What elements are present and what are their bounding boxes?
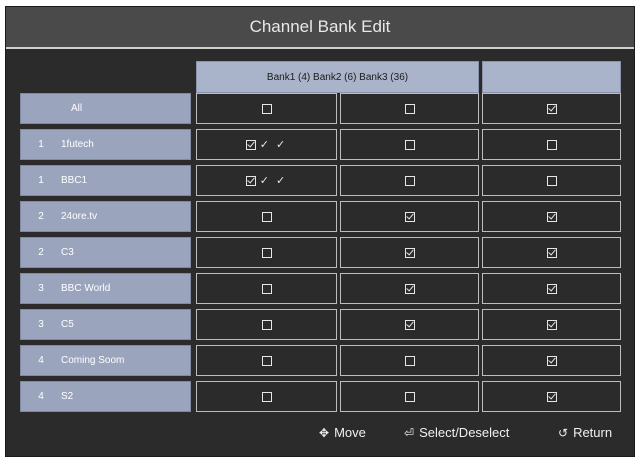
bank3-checkbox[interactable] — [546, 319, 557, 330]
bank3-cell[interactable] — [482, 201, 621, 232]
bank1-cell[interactable] — [196, 201, 337, 232]
bank1-cell[interactable] — [196, 345, 337, 376]
bank-header-label: Bank1 (4) Bank2 (6) Bank3 (36) — [266, 71, 409, 83]
bank3-cell[interactable] — [482, 309, 621, 340]
bank2-cell[interactable] — [340, 309, 479, 340]
bank2-cell[interactable] — [340, 129, 479, 160]
channel-name: All — [71, 103, 83, 114]
channel-bank-edit-screen: Channel Bank Edit Bank1 (4) Bank2 (6) Ba… — [5, 6, 635, 457]
bank2-checkbox[interactable] — [404, 355, 415, 366]
bank3-cell[interactable] — [482, 381, 621, 412]
channel-row-label[interactable]: 1 1futech — [20, 129, 191, 160]
move-hint: ✥ Move — [319, 425, 366, 440]
bank1-cell[interactable]: ✓ ✓ — [196, 165, 337, 196]
bank2-checkbox[interactable] — [404, 211, 415, 222]
channel-number: 2 — [38, 247, 44, 258]
bank2-cell[interactable] — [340, 345, 479, 376]
bank3-cell[interactable] — [482, 93, 621, 124]
select-label: Select/Deselect — [419, 425, 510, 440]
channel-number: 1 — [38, 175, 44, 186]
channel-number: 2 — [38, 211, 44, 222]
bank3-checkbox[interactable] — [546, 247, 557, 258]
channel-name: BBC World — [61, 283, 111, 294]
bank3-cell[interactable] — [482, 165, 621, 196]
footer-bar: ✥ Move ⏎ Select/Deselect ↺ Return — [6, 421, 634, 445]
bank3-cell[interactable] — [482, 237, 621, 268]
channel-number: 1 — [38, 139, 44, 150]
bank2-cell[interactable] — [340, 165, 479, 196]
bank1-checkbox[interactable] — [261, 355, 272, 366]
bank3-checkbox[interactable] — [546, 355, 557, 366]
bank3-checkbox[interactable] — [546, 139, 557, 150]
channel-row-label[interactable]: 3 BBC World — [20, 273, 191, 304]
bank1-checkbox[interactable] — [261, 391, 272, 402]
channel-row-label[interactable]: 3 C5 — [20, 309, 191, 340]
bank1-checkbox[interactable] — [261, 211, 272, 222]
bank1-checkbox[interactable] — [245, 139, 256, 150]
channel-name: 1futech — [61, 139, 94, 150]
bank2-cell[interactable] — [340, 93, 479, 124]
bank1-checkbox[interactable] — [261, 283, 272, 294]
bank3-checkbox[interactable] — [546, 211, 557, 222]
page-title: Channel Bank Edit — [249, 17, 391, 36]
bank2-cell[interactable] — [340, 237, 479, 268]
bank2-checkbox[interactable] — [404, 247, 415, 258]
bank2-checkbox[interactable] — [404, 391, 415, 402]
return-label: Return — [573, 425, 613, 440]
channel-name: BBC1 — [61, 175, 88, 186]
channel-row-label[interactable]: All — [20, 93, 191, 124]
bank3-checkbox[interactable] — [546, 175, 557, 186]
bank3-cell[interactable] — [482, 345, 621, 376]
bank3-checkbox[interactable] — [546, 103, 557, 114]
channel-name: C5 — [61, 319, 74, 330]
bank-header-extra — [482, 61, 621, 93]
bank1-cell[interactable]: ✓ ✓ — [196, 129, 337, 160]
bank1-ticks: ✓ ✓ — [259, 139, 288, 151]
return-icon: ↺ — [558, 425, 569, 440]
bank1-cell[interactable] — [196, 93, 337, 124]
bank2-cell[interactable] — [340, 273, 479, 304]
channel-row-label[interactable]: 4 S2 — [20, 381, 191, 412]
bank3-cell[interactable] — [482, 129, 621, 160]
bank2-cell[interactable] — [340, 201, 479, 232]
enter-icon: ⏎ — [404, 425, 415, 440]
channel-name: 24ore.tv — [61, 211, 98, 222]
bank3-checkbox[interactable] — [546, 283, 557, 294]
bank1-checkbox[interactable] — [261, 103, 272, 114]
bank1-checkbox[interactable] — [261, 247, 272, 258]
bank2-checkbox[interactable] — [404, 103, 415, 114]
bank-header: Bank1 (4) Bank2 (6) Bank3 (36) — [196, 61, 479, 93]
channel-row-label[interactable]: 2 24ore.tv — [20, 201, 191, 232]
title-bar: Channel Bank Edit — [6, 7, 634, 49]
bank1-ticks: ✓ ✓ — [259, 175, 288, 187]
bank1-cell[interactable] — [196, 237, 337, 268]
channel-name: C3 — [61, 247, 74, 258]
bank1-checkbox[interactable] — [261, 319, 272, 330]
channel-row-label[interactable]: 4 Coming Soom — [20, 345, 191, 376]
bank1-cell[interactable] — [196, 309, 337, 340]
bank2-checkbox[interactable] — [404, 175, 415, 186]
channel-row-label[interactable]: 1 BBC1 — [20, 165, 191, 196]
bank2-cell[interactable] — [340, 381, 479, 412]
bank1-cell[interactable] — [196, 273, 337, 304]
select-hint: ⏎ Select/Deselect — [404, 425, 509, 440]
bank2-checkbox[interactable] — [404, 139, 415, 150]
bank3-checkbox[interactable] — [546, 391, 557, 402]
channel-row-label[interactable]: 2 C3 — [20, 237, 191, 268]
bank2-checkbox[interactable] — [404, 283, 415, 294]
channel-number: 4 — [38, 391, 44, 402]
bank2-checkbox[interactable] — [404, 319, 415, 330]
move-label: Move — [334, 425, 366, 440]
bank1-cell[interactable] — [196, 381, 337, 412]
channel-number: 3 — [38, 283, 44, 294]
bank1-checkbox[interactable] — [245, 175, 256, 186]
channel-number: 4 — [38, 355, 44, 366]
bank3-cell[interactable] — [482, 273, 621, 304]
channel-name: S2 — [61, 391, 74, 402]
channel-number: 3 — [38, 319, 44, 330]
return-hint: ↺ Return — [558, 425, 612, 440]
channel-name: Coming Soom — [61, 355, 125, 366]
dpad-icon: ✥ — [319, 425, 330, 440]
